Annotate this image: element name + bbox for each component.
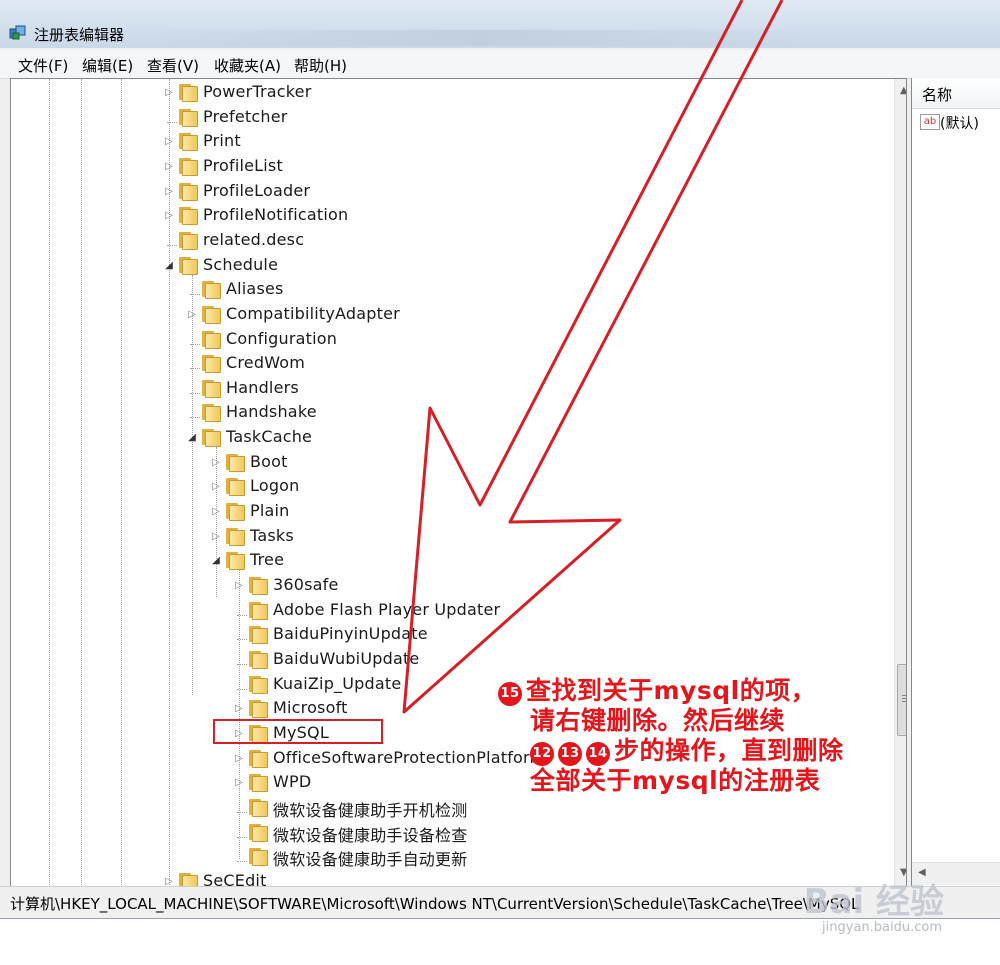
callout-line3: 步的操作，直到删除 [614, 736, 844, 765]
baidu-watermark: Bai 经验 [803, 882, 944, 922]
callout-line1: 查找到关于mysql的项， [526, 676, 817, 705]
mysql-highlight-box [213, 719, 383, 744]
step-badge-13: 13 [558, 742, 582, 766]
step-badge-12: 12 [530, 742, 554, 766]
step-badge-14: 14 [586, 742, 610, 766]
instruction-callout: 15 查找到关于mysql的项， 请右键删除。然后继续 12 13 14 步的操作，直到… [498, 676, 844, 796]
callout-line4: 全部关于mysql的注册表 [530, 766, 821, 795]
baidu-watermark-url: jingyan.baidu.com [822, 920, 942, 935]
step-badge-15: 15 [498, 682, 522, 706]
red-arrow-annotation [402, 0, 784, 714]
callout-line2: 请右键删除。然后继续 [530, 706, 786, 735]
